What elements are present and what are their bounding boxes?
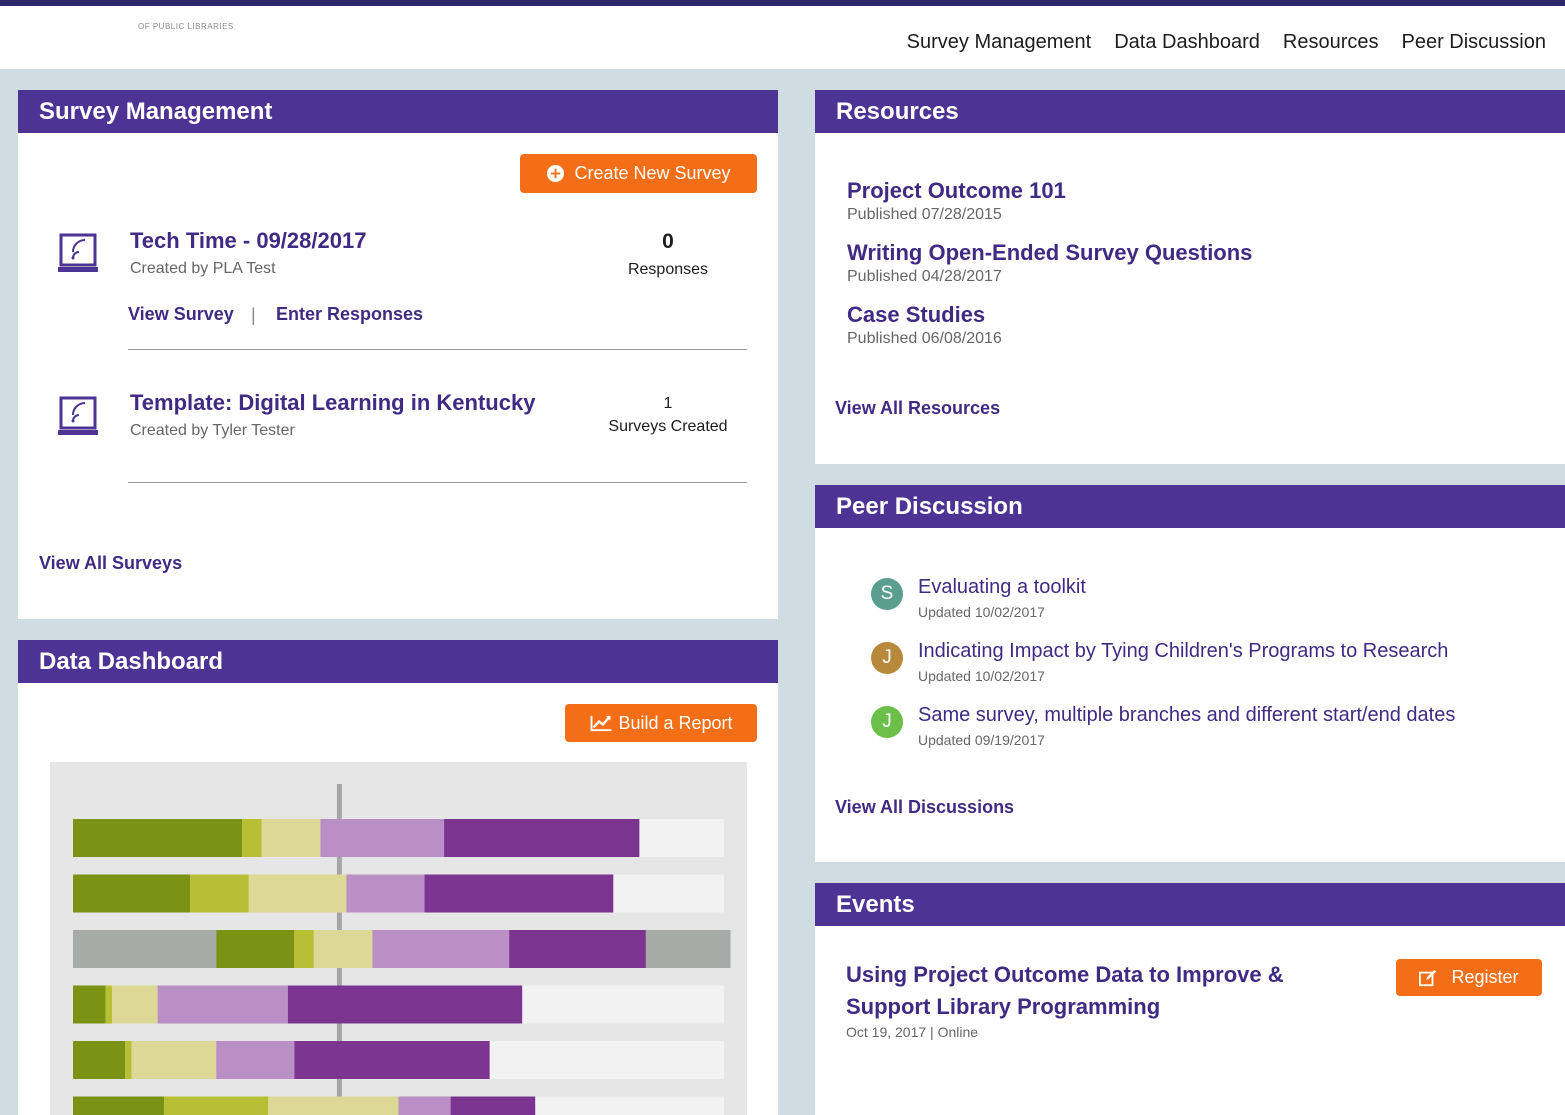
response-count: 0 [662, 230, 674, 253]
chart-bar-segment [645, 930, 731, 968]
chart-bar-segment [157, 985, 288, 1024]
response-count-label: Responses [627, 261, 709, 278]
logo[interactable]: OF PUBLIC LIBRARIES [138, 22, 234, 31]
peer-discussion-panel: Peer Discussion S Evaluating a toolkit U… [815, 485, 1565, 862]
panel-title: Data Dashboard [18, 640, 778, 683]
surveys-created-label: Surveys Created [608, 418, 728, 435]
chart-bar-segment [398, 1096, 451, 1115]
main-nav: Survey Management Data Dashboard Resourc… [907, 31, 1546, 54]
event-meta: Oct 19, 2017 | Online [846, 1024, 979, 1040]
chart-bar-segment [242, 819, 262, 857]
discussion-title[interactable]: Same survey, multiple branches and diffe… [918, 704, 1455, 727]
chart-bar-segment [372, 930, 510, 968]
avatar: J [871, 706, 903, 738]
event-title-line1[interactable]: Using Project Outcome Data to Improve & [846, 962, 1284, 988]
nav-survey-management[interactable]: Survey Management [907, 31, 1092, 54]
panel-title: Resources [815, 90, 1565, 133]
view-survey-link[interactable]: View Survey [128, 304, 234, 325]
surveys-created-count: 1 [663, 395, 673, 412]
chart-bar-segment [73, 985, 106, 1024]
chart-bar-segment [164, 1096, 269, 1115]
resource-title[interactable]: Writing Open-Ended Survey Questions [847, 240, 1252, 266]
event-title-line2[interactable]: Support Library Programming [846, 994, 1160, 1020]
nav-peer-discussion[interactable]: Peer Discussion [1401, 31, 1546, 54]
chart-bar-segment [424, 874, 614, 913]
chart-bar-segment [105, 985, 113, 1024]
chart-bar-segment [320, 819, 445, 857]
divider [128, 482, 747, 483]
chart-bar-segment [294, 1041, 490, 1079]
chart-bar-segment [73, 819, 243, 857]
resources-panel: Resources Project Outcome 101 Published … [815, 90, 1565, 464]
chart-bar-segment [261, 819, 321, 857]
resource-title[interactable]: Project Outcome 101 [847, 178, 1066, 204]
resource-title[interactable]: Case Studies [847, 302, 985, 328]
discussion-title[interactable]: Indicating Impact by Tying Children's Pr… [918, 640, 1448, 663]
register-label: Register [1451, 967, 1519, 987]
chart-bar-segment [190, 874, 249, 913]
survey-created-by: Created by PLA Test [130, 260, 276, 277]
create-new-survey-label: Create New Survey [574, 163, 731, 183]
chart-bar-segment [125, 1041, 132, 1079]
chart-bar-segment [73, 1096, 165, 1115]
enter-responses-link[interactable]: Enter Responses [276, 304, 423, 325]
panel-title: Events [815, 883, 1565, 926]
survey-title[interactable]: Template: Digital Learning in Kentucky [130, 390, 535, 416]
chart-bar-segment [268, 1096, 399, 1115]
chart-bar-segment [131, 1041, 217, 1079]
chart-bar-segment [313, 930, 373, 968]
divider [128, 349, 747, 350]
chart-bar-segment [248, 874, 347, 913]
chart-bar-segment [112, 985, 158, 1024]
chart-bar-segment [73, 930, 217, 968]
events-panel: Events Using Project Outcome Data to Imp… [815, 883, 1565, 1115]
discussion-date: Updated 10/02/2017 [918, 668, 1045, 684]
dashboard-chart [50, 762, 747, 1115]
panel-title: Peer Discussion [815, 485, 1565, 528]
chart-bar-segment [73, 1041, 126, 1079]
resource-date: Published 07/28/2015 [847, 206, 1002, 223]
view-all-surveys-link[interactable]: View All Surveys [39, 553, 182, 574]
create-new-survey-button[interactable]: Create New Survey [520, 154, 757, 193]
discussion-date: Updated 10/02/2017 [918, 604, 1045, 620]
avatar: J [871, 642, 903, 674]
view-all-discussions-link[interactable]: View All Discussions [835, 797, 1014, 818]
top-bar: OF PUBLIC LIBRARIES Survey Management Da… [0, 0, 1565, 69]
resource-date: Published 04/28/2017 [847, 268, 1002, 285]
avatar: S [871, 578, 903, 610]
survey-created-by: Created by Tyler Tester [130, 422, 295, 439]
chart-bar-segment [287, 985, 523, 1024]
chart-bar-segment [450, 1096, 536, 1115]
plus-circle-icon [547, 164, 565, 183]
discussion-title[interactable]: Evaluating a toolkit [918, 576, 1086, 599]
survey-screen-icon [58, 396, 98, 435]
discussion-date: Updated 09/19/2017 [918, 732, 1045, 748]
chart-bar-segment [216, 930, 295, 968]
chart-bar-segment [444, 819, 640, 857]
edit-icon [1419, 969, 1437, 986]
chart-bar-segment [346, 874, 425, 913]
build-a-report-button[interactable]: Build a Report [565, 704, 757, 742]
chart-bar-segment [509, 930, 646, 968]
chart-bar-segment [216, 1041, 295, 1079]
nav-resources[interactable]: Resources [1283, 31, 1379, 54]
chart-bar-segment [73, 874, 191, 913]
chart-line-icon [591, 715, 612, 731]
register-button[interactable]: Register [1396, 959, 1542, 996]
nav-data-dashboard[interactable]: Data Dashboard [1114, 31, 1260, 54]
data-dashboard-panel: Data Dashboard Build a Report [18, 640, 778, 1115]
view-all-resources-link[interactable]: View All Resources [835, 398, 1000, 419]
survey-screen-icon [58, 233, 98, 272]
survey-management-panel: Survey Management Create New Survey Tech… [18, 90, 778, 619]
panel-title: Survey Management [18, 90, 778, 133]
link-separator: | [251, 305, 256, 325]
build-a-report-label: Build a Report [618, 712, 733, 733]
chart-bar-segment [294, 930, 314, 968]
resource-date: Published 06/08/2016 [847, 330, 1002, 347]
survey-title[interactable]: Tech Time - 09/28/2017 [130, 228, 366, 254]
